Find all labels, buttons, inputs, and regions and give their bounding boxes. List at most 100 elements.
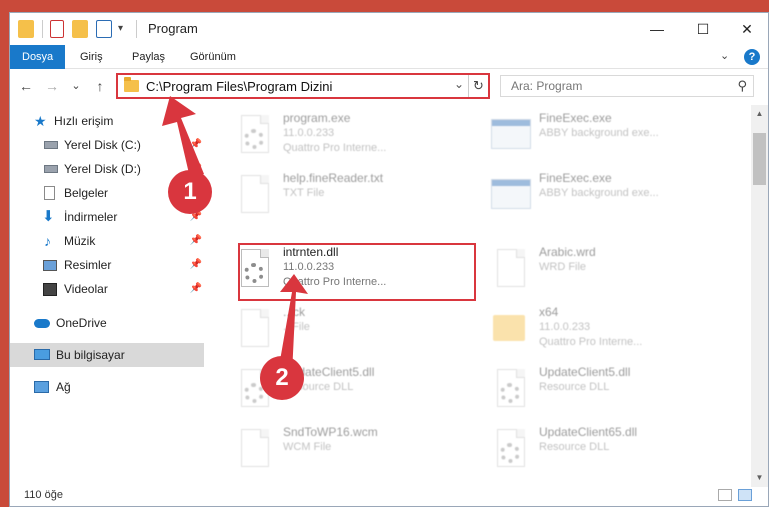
address-dropdown-icon[interactable]: ⌄ (454, 77, 464, 91)
dll-icon (491, 427, 527, 471)
file-description: Quattro Pro Interne... (539, 336, 643, 348)
sidebar-item-quick-access[interactable]: ★ Hızlı erişim (10, 109, 204, 133)
sidebar-item-videos[interactable]: Videolar 📌 (10, 277, 204, 301)
file-name: FineExec.exe (539, 171, 612, 185)
search-input[interactable]: Ara: Program ⚲ (500, 75, 754, 97)
quick-access-dropdown-icon[interactable]: ▾ (118, 20, 128, 38)
navigation-bar: ← → ⌄ ↑ C:\Program Files\Program Dizini … (10, 71, 768, 101)
pin-icon[interactable]: 📌 (190, 229, 202, 253)
dll-icon (491, 367, 527, 411)
folder-icon (491, 307, 527, 351)
highlight-box (238, 243, 476, 301)
exe-icon (491, 113, 531, 157)
file-item[interactable]: program.exe 11.0.0.233 Quattro Pro Inter… (225, 107, 475, 165)
music-icon: ♪ (44, 233, 51, 249)
sidebar-item-this-pc[interactable]: Bu bilgisayar (10, 343, 204, 367)
text-file-icon (235, 173, 271, 217)
maximize-button[interactable]: ☐ (680, 13, 726, 45)
file-item[interactable]: help.fineReader.txt TXT File (225, 167, 475, 225)
ribbon-tabs: Dosya Giriş Paylaş Görünüm ⌄ ? (10, 45, 768, 69)
forward-button[interactable]: → (42, 75, 62, 97)
refresh-button[interactable]: ↻ (468, 75, 488, 97)
file-item[interactable]: x64 11.0.0.233 Quattro Pro Interne... (481, 301, 731, 359)
sidebar-item-label: OneDrive (56, 316, 107, 330)
sidebar-item-label: İndirmeler (64, 210, 118, 224)
step-1-badge: 1 (168, 170, 212, 214)
sidebar-item-label: Ağ (56, 380, 71, 394)
file-item[interactable]: Arabic.wrd WRD File (481, 241, 731, 299)
item-count: 110 öğe (24, 489, 63, 501)
tab-dosya[interactable]: Dosya (10, 45, 66, 69)
file-version: 11.0.0.233 (539, 321, 591, 333)
sidebar-item-onedrive[interactable]: OneDrive (10, 311, 204, 335)
file-name: UpdateClient65.dll (539, 425, 638, 439)
address-path[interactable]: C:\Program Files\Program Dizini (146, 79, 332, 94)
drive-icon (44, 165, 58, 173)
sidebar-item-label: Müzik (64, 234, 96, 248)
address-bar[interactable]: C:\Program Files\Program Dizini ⌄ ↻ (116, 73, 490, 99)
network-icon (34, 381, 49, 393)
details-view-icon[interactable] (718, 489, 732, 501)
pin-icon[interactable]: 📌 (190, 133, 202, 157)
back-button[interactable]: ← (16, 75, 36, 97)
documents-icon (44, 186, 55, 200)
large-icons-view-icon[interactable] (738, 489, 752, 501)
computer-icon (34, 349, 50, 360)
file-version: 11.0.0.233 (283, 127, 335, 139)
pin-icon[interactable]: 📌 (190, 253, 202, 277)
exe-icon (235, 113, 271, 157)
new-folder-icon[interactable] (72, 20, 88, 38)
tab-giris[interactable]: Giriş (68, 45, 115, 69)
file-type: TXT File (283, 187, 325, 199)
scrollbar-thumb[interactable] (753, 133, 766, 185)
file-item[interactable]: FineExec.exe ABBY background exe... (481, 107, 731, 165)
cloud-icon (34, 319, 50, 328)
tab-gorunum[interactable]: Görünüm (178, 45, 248, 69)
file-item[interactable]: UpdateClient5.dll Resource DLL (481, 361, 731, 419)
expand-ribbon-icon[interactable]: ⌄ (720, 49, 729, 62)
sidebar-item-network[interactable]: Ağ (10, 375, 204, 399)
file-description: ABBY background exe... (539, 187, 659, 199)
sidebar-item-music[interactable]: ♪ Müzik 📌 (10, 229, 204, 253)
properties-icon[interactable] (50, 20, 64, 38)
file-type: WCM File (283, 441, 332, 453)
file-icon (491, 247, 527, 291)
sidebar-item-pictures[interactable]: Resimler 📌 (10, 253, 204, 277)
file-type: Resource DLL (539, 441, 610, 453)
help-icon[interactable]: ? (744, 49, 760, 65)
download-icon: ⬇ (42, 208, 55, 225)
sidebar-item-label: Yerel Disk (D:) (64, 162, 141, 176)
pictures-icon (43, 260, 57, 271)
file-name: x64 (539, 305, 559, 319)
file-icon (235, 427, 271, 471)
pin-icon[interactable]: 📌 (190, 277, 202, 301)
file-item[interactable]: SndToWP16.wcm WCM File (225, 421, 475, 479)
sidebar-item-label: Videolar (64, 282, 108, 296)
sidebar-item-disk-c[interactable]: Yerel Disk (C:) 📌 (10, 133, 204, 157)
file-item[interactable]: ...ck ...File (225, 301, 475, 359)
file-description: ABBY background exe... (539, 127, 659, 139)
file-item[interactable]: FineExec.exe ABBY background exe... (481, 167, 731, 225)
title-bar: ▾ Program — ☐ ✕ (10, 13, 768, 45)
folder-icon (124, 77, 139, 92)
file-type: WRD File (539, 261, 587, 273)
file-name: FineExec.exe (539, 111, 612, 125)
close-button[interactable]: ✕ (724, 13, 768, 45)
view-icon[interactable] (96, 20, 112, 38)
search-icon[interactable]: ⚲ (737, 78, 747, 94)
file-name: ...ck (283, 305, 306, 319)
minimize-button[interactable]: — (634, 13, 680, 45)
up-button[interactable]: ↑ (90, 75, 110, 97)
folder-icon (18, 20, 34, 38)
vertical-scrollbar[interactable]: ▲ ▼ (751, 105, 768, 487)
video-icon (43, 283, 57, 296)
scroll-down-icon[interactable]: ▼ (751, 473, 768, 482)
recent-locations-icon[interactable]: ⌄ (66, 75, 86, 97)
file-type: Resource DLL (539, 381, 610, 393)
tab-paylas[interactable]: Paylaş (120, 45, 177, 69)
sidebar-item-label: Bu bilgisayar (56, 348, 125, 362)
file-item[interactable]: UpdateClient65.dll Resource DLL (481, 421, 731, 479)
explorer-window: ▾ Program — ☐ ✕ Dosya Giriş Paylaş Görün… (9, 12, 769, 507)
scroll-up-icon[interactable]: ▲ (751, 109, 768, 118)
separator (136, 20, 137, 38)
